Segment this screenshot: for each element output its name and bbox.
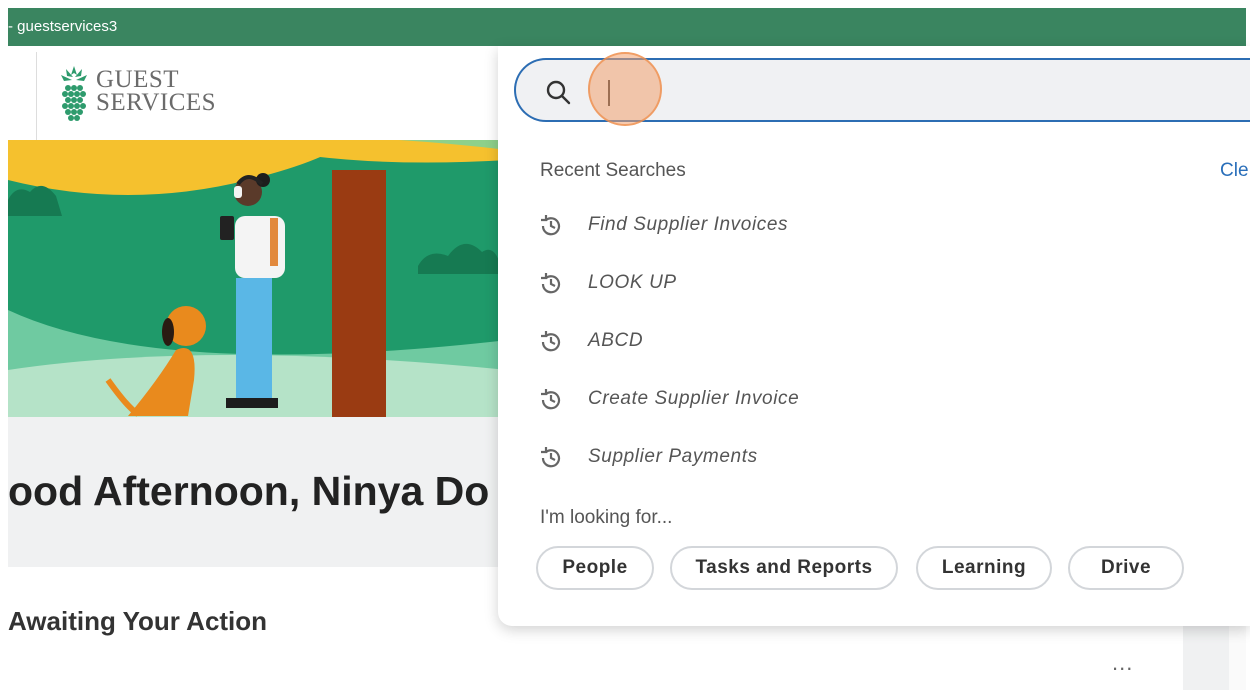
recent-search-item[interactable]: Supplier Payments [538,440,1138,474]
company-logo[interactable]: GUEST SERVICES [58,64,216,124]
more-options-icon[interactable]: ... [1112,650,1133,676]
category-chip-tasks-and-reports[interactable]: Tasks and Reports [670,546,898,590]
recent-search-text: Supplier Payments [588,446,758,467]
recent-search-item[interactable]: LOOK UP [538,266,1138,300]
window-title-bar: - guestservices3 [8,8,1246,46]
category-chip-drive[interactable]: Drive [1068,546,1184,590]
window-title: - guestservices3 [8,18,118,35]
tree-trunk [332,170,386,417]
search-icon [546,80,571,105]
looking-for-label: I'm looking for... [540,507,673,528]
history-icon [541,389,561,410]
recent-searches-label: Recent Searches [540,160,686,181]
category-chip-learning[interactable]: Learning [916,546,1052,590]
recent-search-item[interactable]: Create Supplier Invoice [538,382,1138,416]
pineapple-logo-icon [61,66,87,121]
recent-search-item[interactable]: Find Supplier Invoices [538,208,1138,242]
recent-search-text: ABCD [588,330,644,351]
history-icon [541,273,561,294]
recent-search-text: Create Supplier Invoice [588,388,800,409]
greeting-heading: ood Afternoon, Ninya Do [8,468,490,514]
recent-search-item[interactable]: ABCD [538,324,1138,358]
awaiting-action-title: Awaiting Your Action [8,606,268,636]
logo-text: GUEST SERVICES [96,66,217,116]
logo-line-2: SERVICES [96,89,217,116]
history-icon [541,215,561,236]
search-input[interactable] [588,70,1212,112]
search-dropdown: Recent Searches Cle Find Supplier Invoic… [498,46,1250,626]
logo-line-1: GUEST [96,66,180,93]
history-icon [541,447,561,468]
click-indicator [588,52,662,126]
recent-search-text: LOOK UP [588,272,677,293]
clear-recent-link[interactable]: Cle [1220,160,1249,182]
category-chip-people[interactable]: People [536,546,654,590]
divider [36,52,37,140]
history-icon [541,331,561,352]
recent-search-text: Find Supplier Invoices [588,214,789,235]
